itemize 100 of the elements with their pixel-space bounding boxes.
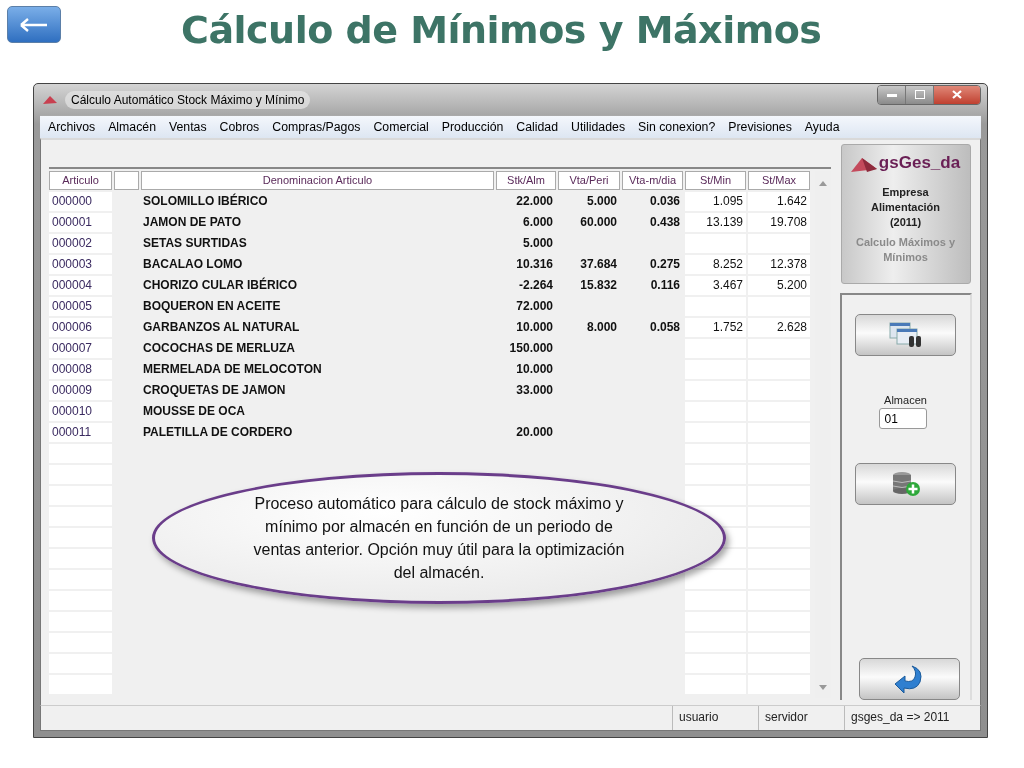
table-cell-text: 6.000 [521, 214, 554, 231]
table-cell-text: 10.316 [515, 256, 554, 273]
table-cell-text: GARBANZOS AL NATURAL [142, 319, 301, 336]
table-cell-text: 20.000 [515, 424, 554, 441]
table-cell-text: 0.036 [648, 193, 681, 210]
menu-item[interactable]: Almacén [108, 120, 156, 134]
database-plus-icon [890, 471, 921, 497]
left-arrow-icon [19, 17, 49, 32]
slide-title: Cálculo de Mínimos y Máximos [181, 8, 822, 52]
table-cell-text: 22.000 [515, 193, 554, 210]
table-cell-text: 0.058 [648, 319, 681, 336]
column-header[interactable]: Stk/Alm [496, 171, 556, 190]
table-cell-text: -2.264 [517, 277, 554, 294]
table-cell: 000011 [49, 423, 112, 442]
table-cell-text: 33.000 [515, 382, 554, 399]
column-header[interactable]: Vta-m/dia [622, 171, 683, 190]
close-icon [952, 90, 962, 99]
table-cell-text: CROQUETAS DE JAMON [142, 382, 287, 399]
table-cell: 12.378 [748, 255, 810, 274]
table-cell-text: 60.000 [579, 214, 618, 231]
window-title: Cálculo Automático Stock Máximo y Mínimo [65, 90, 311, 109]
table-cell: 000002 [49, 234, 112, 253]
table-cell-text: PALETILLA DE CORDERO [142, 424, 294, 441]
table-cell: 000001 [49, 213, 112, 232]
table-cell-text: SETAS SURTIDAS [142, 235, 248, 252]
menu-item[interactable]: Sin conexion? [638, 120, 716, 134]
menu-item[interactable]: Utilidades [571, 120, 626, 134]
table-cell-text: JAMON DE PATO [142, 214, 242, 231]
table-cell: 1.752 [685, 318, 746, 337]
return-button[interactable] [859, 658, 960, 700]
table-cell: 000004 [49, 276, 112, 295]
column-header[interactable]: Denominacion Articulo [141, 171, 494, 190]
table-cell: 000008 [49, 360, 112, 379]
table-cell: 8.252 [685, 255, 746, 274]
scroll-down-icon[interactable] [819, 685, 827, 690]
table-cell-text: 0.116 [649, 277, 681, 294]
table-cell-text: 150.000 [508, 340, 554, 357]
table-cell-text: MERMELADA DE MELOCOTON [142, 361, 323, 378]
maximize-icon [914, 90, 925, 99]
table-cell: 000005 [49, 297, 112, 316]
menu-item[interactable]: Previsiones [728, 120, 792, 134]
table-cell-text: 8.000 [585, 319, 618, 336]
empty-cell [685, 486, 746, 505]
column-header[interactable] [114, 171, 139, 190]
empty-cell [685, 570, 746, 589]
menu-item[interactable]: Cobros [219, 120, 260, 134]
table-cell-text: 72.000 [515, 298, 554, 315]
table-cell: 000010 [49, 402, 112, 421]
close-button[interactable] [934, 85, 980, 104]
table-cell-text: SOLOMILLO IBÉRICO [142, 192, 269, 210]
table-cell-text: 15.832 [579, 277, 618, 294]
menu-item[interactable]: Producción [441, 120, 504, 134]
callout-text: Proceso automático para cálculo de stock máximo y mínimo por almacén en función de un periodo de ventas anterior. Opción muy útil para la optimización del almacén. [252, 494, 626, 583]
table-cell: 000006 [49, 318, 112, 337]
table-cell: 000000 [49, 192, 112, 211]
table-cell-text: 10.000 [515, 319, 554, 336]
column-header[interactable]: Vta/Peri [558, 171, 620, 190]
table-cell: 2.628 [748, 318, 810, 337]
table-cell: 000009 [49, 381, 112, 400]
column-header[interactable]: St/Min [685, 171, 746, 190]
table-cell: 5.200 [748, 276, 810, 295]
add-database-button[interactable] [855, 463, 956, 505]
maximize-button[interactable] [906, 85, 934, 104]
column-header[interactable]: Articulo [49, 171, 112, 190]
menu-item[interactable]: Archivos [48, 120, 96, 134]
table-cell-text: BACALAO LOMO [142, 256, 244, 273]
back-button[interactable] [7, 6, 61, 43]
table-cell: 13.139 [685, 213, 746, 232]
minimize-button[interactable] [878, 85, 906, 104]
logo-icon [850, 157, 877, 173]
table-cell: 19.708 [748, 213, 810, 232]
logo-text: gsGes_da [878, 153, 961, 173]
module-subtitle: Calculo Máximos y Mínimos [854, 235, 956, 265]
table-cell: 000003 [49, 255, 112, 274]
table-cell-text: 5.000 [585, 193, 618, 210]
table-cell-text: COCOCHAS DE MERLUZA [142, 340, 296, 357]
table-cell-text: MOUSSE DE OCA [142, 403, 246, 420]
windows-binoculars-icon [888, 322, 923, 348]
table-cell-text: CHORIZO CULAR IBÉRICO [142, 276, 298, 294]
table-cell-text: 37.684 [579, 256, 618, 273]
table-cell-text: 5.000 [521, 235, 554, 252]
almacen-input[interactable]: 01 [878, 408, 927, 429]
table-cell: 000007 [49, 339, 112, 358]
menu-item[interactable]: Ventas [169, 120, 207, 134]
menu-item[interactable]: Compras/Pagos [272, 120, 361, 134]
column-header[interactable]: St/Max [748, 171, 810, 190]
minimize-icon [886, 92, 897, 97]
table-cell-text: 10.000 [515, 361, 554, 378]
scroll-up-icon[interactable] [819, 181, 827, 186]
app-logo-icon [43, 94, 57, 105]
search-button[interactable] [855, 314, 956, 356]
table-cell-text: 0.275 [648, 256, 681, 273]
menu-item[interactable]: Ayuda [804, 120, 840, 134]
almacen-label: Almacen [884, 394, 927, 406]
menu-item[interactable]: Comercial [373, 120, 429, 134]
table-cell: 3.467 [685, 276, 746, 295]
table-cell: 1.642 [748, 192, 810, 211]
company-name: Empresa Alimentación (2011) [869, 185, 942, 230]
table-cell: 1.095 [685, 192, 746, 211]
menu-item[interactable]: Calidad [516, 120, 559, 134]
